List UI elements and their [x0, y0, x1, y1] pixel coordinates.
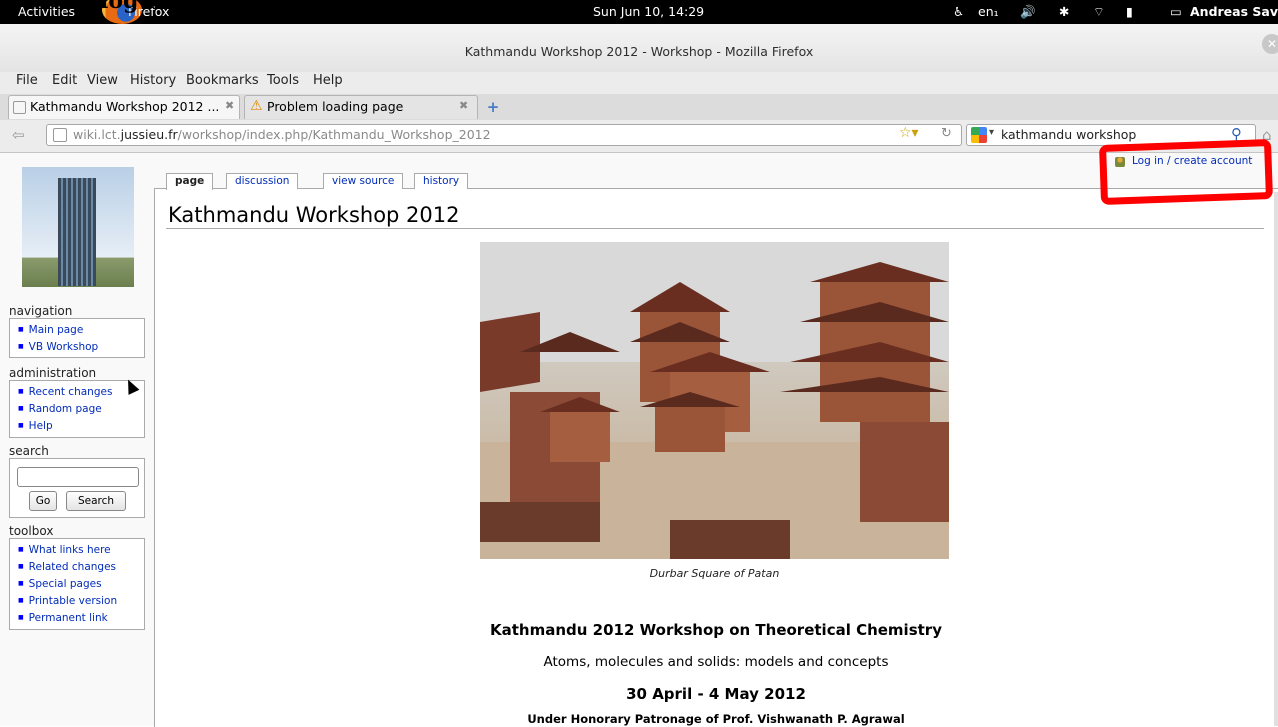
- navigation-bar: ⇦ wiki.lct.jussieu.fr/workshop/index.php…: [0, 120, 1278, 153]
- window-title: Kathmandu Workshop 2012 - Workshop - Moz…: [464, 44, 814, 59]
- menu-help[interactable]: Help: [313, 73, 343, 88]
- portlet-search: Go Search: [9, 458, 145, 518]
- bookmark-star-icon[interactable]: ☆▾: [899, 125, 919, 141]
- user-menu[interactable]: Andreas Savin: [1190, 4, 1278, 19]
- menu-view[interactable]: View: [87, 73, 118, 88]
- chat-icon[interactable]: ▭: [1170, 4, 1182, 19]
- volume-icon[interactable]: 🔊: [1020, 4, 1036, 20]
- url-text: wiki.lct.jussieu.fr/workshop/index.php/K…: [73, 127, 491, 142]
- vertical-scrollbar[interactable]: [1274, 192, 1278, 726]
- nav-help[interactable]: Help: [18, 420, 53, 432]
- chevron-down-icon[interactable]: ▾: [989, 127, 994, 138]
- menu-edit[interactable]: Edit: [52, 73, 77, 88]
- url-prefix: wiki.lct.: [73, 127, 121, 142]
- nav-printable-version[interactable]: Printable version: [18, 595, 117, 607]
- keyboard-layout[interactable]: en₁: [978, 4, 999, 19]
- title-divider: [166, 228, 1264, 229]
- site-identity-icon[interactable]: [53, 128, 67, 142]
- tab-discussion[interactable]: discussion: [226, 173, 299, 189]
- clock[interactable]: Sun Jun 10, 14:29: [593, 4, 704, 19]
- workshop-dates: 30 April - 4 May 2012: [626, 685, 806, 703]
- url-domain: jussieu.fr: [120, 127, 178, 142]
- top-panel: Activities Firefox Sun Jun 10, 14:29 ♿ e…: [0, 0, 1278, 24]
- workshop-heading: Kathmandu 2012 Workshop on Theoretical C…: [490, 621, 942, 639]
- search-engine-icon[interactable]: [971, 127, 987, 143]
- menu-tools[interactable]: Tools: [267, 73, 299, 88]
- bluetooth-icon[interactable]: ✱: [1059, 4, 1069, 19]
- highlight-annotation: [1099, 139, 1273, 205]
- portlet-navigation-title: navigation: [9, 304, 73, 318]
- portlet-administration: Recent changes Random page Help: [9, 380, 145, 438]
- nav-what-links-here[interactable]: What links here: [18, 544, 111, 556]
- menu-bar: File Edit View History Bookmarks Tools H…: [0, 72, 1278, 94]
- nav-recent-changes[interactable]: Recent changes: [18, 386, 113, 398]
- nav-random-page[interactable]: Random page: [18, 403, 102, 415]
- workshop-patronage: Under Honorary Patronage of Prof. Vishwa…: [527, 712, 905, 726]
- photo-caption: Durbar Square of Patan: [649, 567, 780, 580]
- tab-label: Problem loading page: [267, 99, 404, 114]
- close-icon[interactable]: ✕: [1262, 34, 1278, 54]
- url-bar[interactable]: wiki.lct.jussieu.fr/workshop/index.php/K…: [46, 124, 962, 146]
- warning-icon: ⚠: [250, 98, 263, 114]
- menu-history[interactable]: History: [130, 73, 176, 88]
- tab-bar: Kathmandu Workshop 2012 ... ✖ ⚠ Problem …: [0, 94, 1278, 121]
- portlet-toolbox-title: toolbox: [9, 524, 54, 538]
- nav-main-page[interactable]: Main page: [18, 324, 84, 336]
- battery-icon[interactable]: ▮: [1126, 4, 1133, 19]
- activities-button[interactable]: Activities: [18, 4, 75, 19]
- search-input[interactable]: kathmandu workshop: [1001, 127, 1136, 142]
- page-title: Kathmandu Workshop 2012: [168, 203, 460, 227]
- back-icon[interactable]: ⇦: [12, 126, 25, 144]
- nav-permanent-link[interactable]: Permanent link: [18, 612, 108, 624]
- window-titlebar: Kathmandu Workshop 2012 - Workshop - Moz…: [0, 24, 1278, 73]
- search-button[interactable]: Search: [66, 491, 126, 511]
- nav-special-pages[interactable]: Special pages: [18, 578, 102, 590]
- photo-illustration: [480, 242, 949, 559]
- annotation-title: log in: [100, 0, 171, 14]
- workshop-subtitle: Atoms, molecules and solids: models and …: [543, 654, 889, 670]
- portlet-search-title: search: [9, 444, 49, 458]
- page-icon: [13, 101, 26, 114]
- url-path: /workshop/index.php/Kathmandu_Workshop_2…: [177, 127, 491, 142]
- wifi-icon[interactable]: ⌔: [1093, 4, 1105, 20]
- portlet-toolbox: What links here Related changes Special …: [9, 538, 145, 630]
- reload-icon[interactable]: ↻: [941, 126, 952, 141]
- tab-label: Kathmandu Workshop 2012 ...: [30, 99, 220, 114]
- logo-building: [58, 178, 96, 286]
- menu-file[interactable]: File: [16, 73, 38, 88]
- nav-vb-workshop[interactable]: VB Workshop: [18, 341, 99, 353]
- portlet-navigation: Main page VB Workshop: [9, 318, 145, 358]
- menu-bookmarks[interactable]: Bookmarks: [186, 73, 259, 88]
- new-tab-icon[interactable]: +: [482, 96, 504, 118]
- durbar-square-photo[interactable]: [480, 242, 949, 559]
- tab-kathmandu[interactable]: Kathmandu Workshop 2012 ... ✖: [8, 95, 240, 119]
- wiki-search-input[interactable]: [17, 467, 139, 487]
- go-button[interactable]: Go: [29, 491, 57, 511]
- nav-related-changes[interactable]: Related changes: [18, 561, 116, 573]
- close-tab-icon[interactable]: ✖: [225, 99, 234, 112]
- close-tab-icon[interactable]: ✖: [459, 99, 468, 112]
- tab-problem-loading[interactable]: ⚠ Problem loading page ✖: [244, 95, 478, 119]
- tab-history[interactable]: history: [414, 173, 469, 189]
- accessibility-icon[interactable]: ♿: [953, 4, 964, 19]
- tab-view-source[interactable]: view source: [323, 173, 404, 189]
- portlet-administration-title: administration: [9, 366, 97, 380]
- tab-page[interactable]: page: [166, 173, 214, 190]
